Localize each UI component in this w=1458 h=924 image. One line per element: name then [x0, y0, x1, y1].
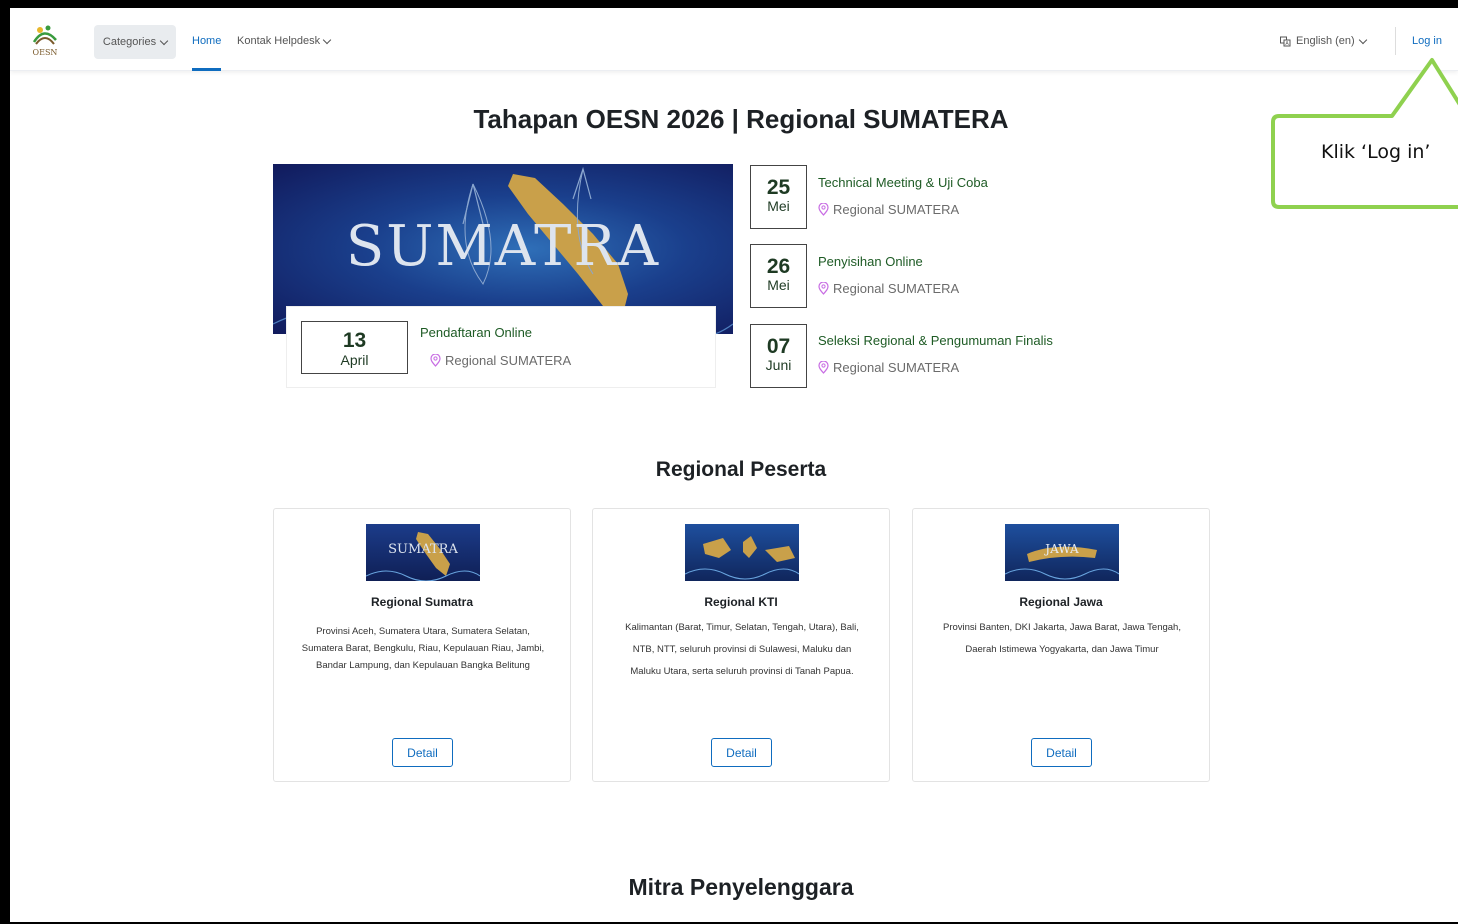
- card-title: Regional KTI: [704, 595, 778, 609]
- event-title[interactable]: Penyisihan Online: [818, 254, 923, 269]
- event-date-box: 25 Mei: [750, 165, 807, 229]
- regional-heading: Regional Peserta: [655, 458, 827, 481]
- location-pin-icon: [430, 354, 441, 367]
- detail-button[interactable]: Detail: [1031, 738, 1092, 767]
- regional-card-jawa: JAWA Regional Jawa Provinsi Banten, DKI …: [912, 508, 1210, 782]
- mitra-heading: Mitra Penyelenggara: [628, 874, 854, 900]
- event-date-box: 26 Mei: [750, 244, 807, 308]
- event-title[interactable]: Seleksi Regional & Pengumuman Finalis: [818, 333, 1053, 348]
- card-description: Provinsi Banten, DKI Jakarta, Jawa Barat…: [943, 622, 1181, 655]
- location-pin-icon: [818, 361, 829, 374]
- chevron-down-icon: [322, 35, 332, 44]
- card-image-word: SUMATRA: [388, 542, 458, 557]
- top-navbar: OESN Categories Home Kontak Helpdesk A E…: [10, 8, 1458, 71]
- event-title[interactable]: Pendaftaran Online: [420, 325, 532, 340]
- chevron-down-icon: [159, 36, 169, 45]
- event-month: Mei: [767, 198, 790, 214]
- event-month: Mei: [767, 277, 790, 293]
- event-date-box: 13 April: [301, 321, 408, 374]
- detail-button[interactable]: Detail: [711, 738, 772, 767]
- regional-card-kti: Regional KTI Kalimantan (Barat, Timur, S…: [592, 508, 890, 782]
- event-day: 13: [342, 329, 367, 352]
- categories-dropdown[interactable]: Categories: [94, 25, 176, 59]
- page-frame: OESN Categories Home Kontak Helpdesk A E…: [10, 8, 1458, 922]
- page-title: Tahapan OESN 2026 | Regional SUMATERA: [473, 104, 1009, 134]
- active-nav-indicator: [192, 68, 221, 71]
- helpdesk-label: Kontak Helpdesk: [237, 35, 321, 47]
- location-pin-icon: [818, 203, 829, 216]
- nav-home-link[interactable]: Home: [192, 35, 221, 47]
- login-link[interactable]: Log in: [1412, 35, 1442, 47]
- event-date-box: 07 Juni: [750, 324, 807, 388]
- callout-text: Klik ‘Log in’: [1321, 141, 1431, 163]
- event-location-text: Regional SUMATERA: [833, 360, 960, 375]
- svg-text:OESN: OESN: [33, 48, 58, 57]
- event-day: 26: [766, 255, 791, 278]
- helpdesk-dropdown[interactable]: Kontak Helpdesk: [237, 35, 332, 47]
- event-month: Juni: [765, 357, 792, 373]
- language-selector[interactable]: A English (en): [1280, 35, 1367, 47]
- event-day: 25: [766, 176, 791, 199]
- regional-card-sumatra: SUMATRA Regional Sumatra Provinsi Aceh, …: [273, 508, 571, 782]
- language-icon: A: [1280, 36, 1291, 47]
- nav-divider: [1395, 27, 1396, 55]
- event-location: Regional SUMATERA: [818, 360, 959, 375]
- regional-jawa-image: JAWA: [1005, 524, 1119, 581]
- regional-kti-image: [685, 524, 799, 581]
- event-location-text: Regional SUMATERA: [833, 281, 960, 296]
- card-image-art: [685, 536, 799, 580]
- event-month: April: [340, 352, 369, 368]
- card-description: Kalimantan (Barat, Timur, Selatan, Tenga…: [625, 622, 859, 677]
- card-title: Regional Sumatra: [370, 595, 474, 609]
- card-image-word: JAWA: [1045, 542, 1079, 556]
- categories-label: Categories: [102, 36, 157, 48]
- event-card-main: 13 April Pendaftaran Online Regional SUM…: [286, 306, 716, 388]
- language-label: English (en): [1296, 35, 1355, 47]
- event-location-text: Regional SUMATERA: [833, 202, 960, 217]
- event-location: Regional SUMATERA: [818, 281, 959, 296]
- event-location: Regional SUMATERA: [430, 353, 571, 368]
- regional-sumatra-image: SUMATRA: [366, 524, 480, 581]
- event-title[interactable]: Technical Meeting & Uji Coba: [818, 175, 988, 190]
- card-title: Regional Jawa: [1019, 595, 1103, 609]
- oesn-logo-icon[interactable]: OESN: [30, 22, 60, 58]
- event-location-text: Regional SUMATERA: [445, 353, 572, 368]
- card-description: Provinsi Aceh, Sumatera Utara, Sumatera …: [301, 626, 545, 671]
- location-pin-icon: [818, 282, 829, 295]
- detail-button[interactable]: Detail: [392, 738, 453, 767]
- event-day: 07: [766, 335, 791, 358]
- event-location: Regional SUMATERA: [818, 202, 959, 217]
- banner-word: SUMATRA: [345, 214, 661, 279]
- chevron-down-icon: [1358, 35, 1367, 44]
